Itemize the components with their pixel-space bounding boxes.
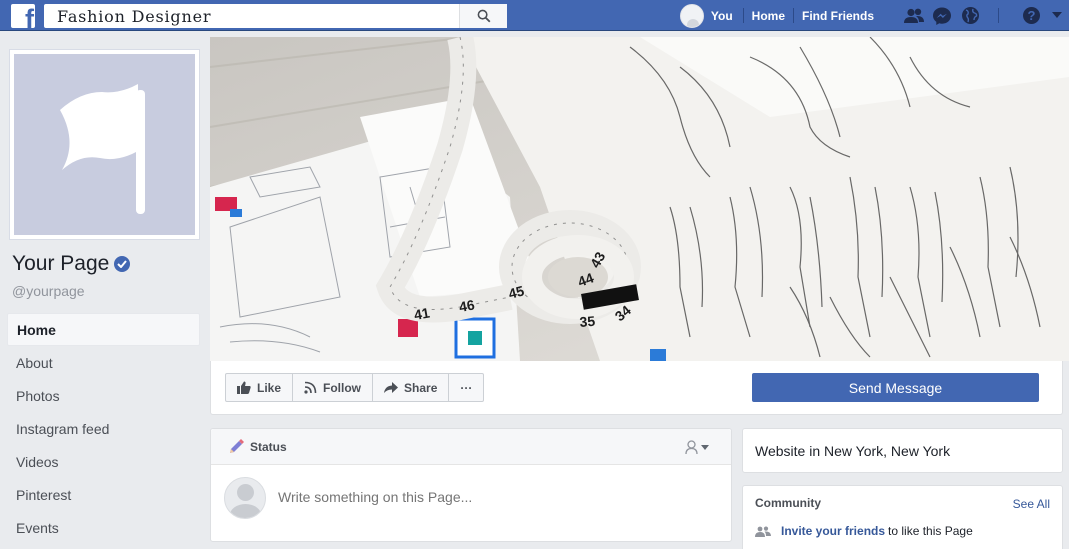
tape-number-35: 35 [579,313,596,330]
find-friends-link[interactable]: Find Friends [794,0,882,31]
flag-icon [60,84,145,214]
side-nav-photos[interactable]: Photos [7,379,200,412]
side-nav-videos[interactable]: Videos [7,445,200,478]
friend-requests-icon [904,8,924,23]
rss-icon [304,381,317,394]
thumbs-up-icon [237,381,251,394]
notifications-button[interactable] [956,0,984,31]
website-text: Website in New York, New York [755,442,951,459]
page-title[interactable]: Your Page [12,252,131,276]
profile-label: You [710,8,733,23]
page-actions-bar: Like Follow Share ··· Send Message [210,361,1063,415]
cover-illustration: 43 44 45 46 35 34 41 [210,37,1069,361]
share-label: Share [404,380,438,395]
globe-icon [961,7,979,24]
nav-divider [998,8,999,23]
pencil-icon [230,439,244,453]
profile-picture-placeholder [14,54,195,235]
search-icon [477,9,490,23]
more-options-label: ··· [460,380,473,395]
status-input[interactable] [278,489,698,505]
composer-body [211,465,731,531]
account-menu-button[interactable] [1045,0,1069,31]
svg-text:?: ? [1027,8,1035,23]
side-nav-home[interactable]: Home [7,313,200,346]
verified-badge-icon [114,256,131,272]
search-button[interactable] [459,4,507,28]
share-arrow-icon [384,381,399,393]
invite-suffix-text: to like this Page [888,524,973,538]
side-nav-about[interactable]: About [7,346,200,379]
privacy-selector[interactable] [685,440,709,454]
website-info-card: Website in New York, New York [742,428,1063,473]
tape-number-46: 46 [458,296,476,314]
home-link[interactable]: Home [744,0,793,31]
see-all-link[interactable]: See All [1013,497,1050,511]
follow-label: Follow [323,380,362,395]
nav-icons [900,0,984,31]
community-title: Community [755,496,821,510]
more-options-button[interactable]: ··· [449,374,483,401]
tape-number-41: 41 [413,304,431,322]
status-composer: Status [210,428,732,542]
page-username[interactable]: @yourpage [12,283,85,299]
cover-photo[interactable]: 43 44 45 46 35 34 41 [210,37,1069,361]
help-icon: ? [1022,7,1040,24]
search-input[interactable] [44,4,464,28]
page-side-nav: Home About Photos Instagram feed Videos … [7,313,200,544]
friend-requests-button[interactable] [900,0,928,31]
messages-button[interactable] [928,0,956,31]
composer-header: Status [211,429,731,465]
caret-down-icon [1052,12,1062,18]
help-button[interactable]: ? [1017,0,1045,31]
send-message-button[interactable]: Send Message [752,373,1039,402]
invite-friends-link[interactable]: Invite your friends [781,524,885,538]
page-action-buttons: Like Follow Share ··· [225,373,485,402]
avatar [224,477,266,519]
person-outline-icon [685,440,698,454]
avatar [679,3,704,28]
top-navigation-bar: f You Home Find Friends ? [0,0,1069,31]
messenger-icon [933,7,951,25]
page-name-text: Your Page [12,252,110,275]
follow-button[interactable]: Follow [293,374,374,401]
side-nav-instagram-feed[interactable]: Instagram feed [7,412,200,445]
friends-icon [755,526,771,537]
caret-down-icon [701,444,709,450]
share-button[interactable]: Share [373,374,450,401]
side-nav-pinterest[interactable]: Pinterest [7,478,200,511]
status-tab-label[interactable]: Status [250,440,287,454]
like-label: Like [257,380,282,395]
nav-right: You Home Find Friends ? [679,0,1069,31]
profile-link[interactable]: You [679,0,743,31]
facebook-logo-icon[interactable]: f [11,4,35,28]
profile-picture[interactable] [9,49,200,240]
like-button[interactable]: Like [226,374,294,401]
invite-friends-row: Invite your friends to like this Page [755,524,973,538]
community-card: Community See All Invite your friends to… [742,485,1063,549]
search-box [44,4,507,28]
side-nav-events[interactable]: Events [7,511,200,544]
